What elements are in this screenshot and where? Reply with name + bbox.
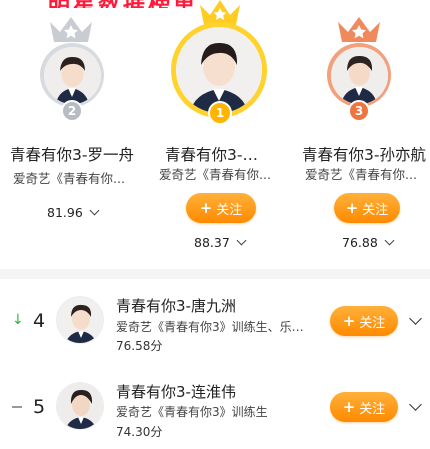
avatar-portrait-icon bbox=[57, 297, 103, 343]
podium-name-2: 青春有你3-罗一舟 bbox=[10, 146, 134, 164]
chevron-down-icon[interactable] bbox=[409, 312, 422, 325]
avatar bbox=[56, 382, 104, 430]
follow-label: 关注 bbox=[359, 401, 386, 417]
avatar bbox=[43, 46, 101, 104]
score-value: 76.88 bbox=[342, 235, 378, 250]
list-item[interactable]: 5 青春有你3-连淮伟 爱奇艺《青春有你3》训练生 74.30分 + 关注 bbox=[0, 372, 430, 442]
podium-score-3[interactable]: 76.88 bbox=[342, 235, 395, 250]
plus-icon: + bbox=[345, 199, 359, 217]
follow-label: 关注 bbox=[362, 202, 389, 218]
podium-subtitle-1: 爱奇艺《青春有你... bbox=[159, 167, 271, 182]
score-value: 88.37 bbox=[194, 235, 230, 250]
podium-score-1[interactable]: 88.37 bbox=[194, 235, 247, 250]
list-name: 青春有你3-唐九洲 bbox=[116, 297, 236, 315]
follow-button[interactable]: + 关注 bbox=[330, 392, 398, 422]
bronze-crown-icon bbox=[338, 17, 380, 42]
podium-rank-3[interactable]: 3 青春有你3-孙亦航 爱奇艺《青春有你... + 关注 76.88 bbox=[284, 0, 430, 270]
follow-label: 关注 bbox=[359, 315, 386, 331]
follow-button[interactable]: + 关注 bbox=[330, 306, 398, 336]
plus-icon: + bbox=[342, 312, 356, 330]
avatar-ring bbox=[327, 43, 391, 107]
podium-name-3: 青春有你3-孙亦航 bbox=[302, 146, 426, 164]
avatar-ring bbox=[40, 43, 104, 107]
chevron-down-icon bbox=[384, 235, 395, 246]
avatar bbox=[56, 296, 104, 344]
follow-button[interactable]: + 关注 bbox=[334, 193, 400, 223]
plus-icon: + bbox=[342, 398, 356, 416]
podium-rank-2[interactable]: 2 青春有你3-罗一舟 爱奇艺《青春有你... 81.96 bbox=[0, 0, 150, 270]
score-value: 81.96 bbox=[47, 205, 83, 220]
plus-icon: + bbox=[199, 199, 213, 217]
list-rank: 4 bbox=[33, 310, 46, 332]
section-divider bbox=[0, 269, 430, 279]
podium-subtitle-2: 爱奇艺《青春有你... bbox=[13, 171, 125, 186]
podium-score-2[interactable]: 81.96 bbox=[47, 205, 100, 220]
avatar bbox=[330, 46, 388, 104]
podium-rank-1[interactable]: 1 青春有你3-… 爱奇艺《青春有你... + 关注 88.37 bbox=[141, 0, 291, 270]
trend-arrow-icon: ↓ bbox=[12, 312, 24, 328]
podium-name-1: 青春有你3-… bbox=[165, 146, 258, 164]
chevron-down-icon bbox=[89, 205, 100, 216]
podium-subtitle-3: 爱奇艺《青春有你... bbox=[305, 167, 417, 182]
trend-flat-icon bbox=[12, 406, 22, 408]
list-rank: 5 bbox=[33, 396, 46, 418]
rank-badge-2: 2 bbox=[61, 100, 83, 122]
avatar-portrait-icon bbox=[330, 46, 388, 104]
rank-badge-3: 3 bbox=[348, 100, 370, 122]
list-item[interactable]: ↓ 4 青春有你3-唐九洲 爱奇艺《青春有你3》训练生、乐… 76.58分 + 关… bbox=[0, 288, 430, 358]
list-score: 74.30分 bbox=[116, 425, 163, 439]
rank-badge-1: 1 bbox=[208, 101, 232, 125]
follow-label: 关注 bbox=[216, 202, 243, 218]
avatar-portrait-icon bbox=[43, 46, 101, 104]
list-subtitle: 爱奇艺《青春有你3》训练生、乐… bbox=[116, 320, 304, 334]
chevron-down-icon bbox=[236, 235, 247, 246]
follow-button[interactable]: + 关注 bbox=[186, 193, 256, 223]
chevron-down-icon[interactable] bbox=[409, 398, 422, 411]
list-subtitle: 爱奇艺《青春有你3》训练生 bbox=[116, 405, 268, 419]
avatar-portrait-icon bbox=[57, 383, 103, 429]
list-score: 76.58分 bbox=[116, 339, 163, 353]
list-name: 青春有你3-连淮伟 bbox=[116, 383, 236, 401]
silver-crown-icon bbox=[50, 17, 92, 42]
